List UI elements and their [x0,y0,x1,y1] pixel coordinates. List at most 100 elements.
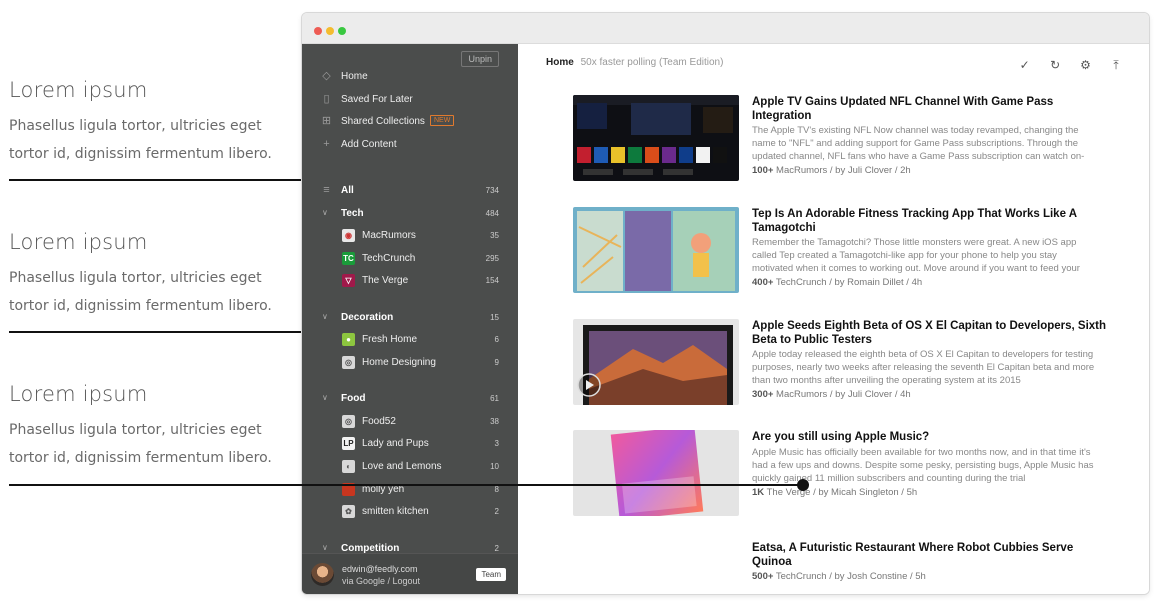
sidebar-feed-lady-and-pups[interactable]: LP Lady and Pups 3 [302,433,518,455]
article-source[interactable]: TechCrunch / by Romain Dillet / 4h [776,277,922,288]
sidebar-feed-the-verge[interactable]: ▽ The Verge 154 [302,270,518,292]
page-title-home: Home [546,57,574,68]
bookmark-icon: ▯ [323,93,330,105]
unread-count: 61 [490,394,499,403]
sidebar-category-tech[interactable]: ∨ Tech 484 [302,203,518,225]
sidebar-feed-molly-yeh[interactable]: molly yeh 8 [302,479,518,501]
sidebar-category-decoration[interactable]: ∨ Decoration 15 [302,307,518,329]
article-thumbnail [573,319,739,405]
techcrunch-favicon-icon: TC [342,252,355,265]
article-source[interactable]: MacRumors / by Juli Clover / 4h [776,389,911,400]
unread-count: 8 [494,485,499,494]
unread-count: 2 [494,507,499,516]
unread-count: 734 [485,186,499,195]
article-card[interactable]: Eatsa, A Futuristic Restaurant Where Rob… [573,541,1129,582]
article-title[interactable]: Tep Is An Adorable Fitness Tracking App … [752,207,1112,235]
annotation-desc: Phasellus ligula tortor, ultricies eget … [9,270,272,314]
macrumors-favicon-icon: ◉ [342,229,355,242]
unread-count: 15 [490,313,499,322]
sidebar-item-label: MacRumors [362,230,416,241]
engagement-count: 100+ [752,165,774,176]
sidebar-item-label: Food52 [362,416,396,427]
sidebar-item-label: All [341,185,354,196]
article-meta: 100+ MacRumors / by Juli Clover / 2h [752,165,911,176]
article-summary: The Apple TV's existing NFL Now channel … [752,125,1085,162]
verge-favicon-icon: ▽ [342,274,355,287]
minimize-window-button[interactable] [326,27,334,35]
sidebar-item-label: Lady and Pups [362,438,429,449]
unread-count: 35 [490,231,499,240]
food52-favicon-icon: ◎ [342,415,355,428]
sidebar-feed-techcrunch[interactable]: TC TechCrunch 295 [302,248,518,270]
article-title[interactable]: Apple TV Gains Updated NFL Channel With … [752,95,1112,123]
article-card[interactable]: Are you still using Apple Music? Apple M… [573,430,1129,520]
article-title[interactable]: Apple Seeds Eighth Beta of OS X El Capit… [752,319,1112,347]
sidebar-item-label: Decoration [341,312,394,323]
sidebar-item-label: smitten kitchen [362,506,429,517]
check-icon[interactable]: ✓ [1018,58,1032,72]
unread-count: 484 [485,209,499,218]
sidebar-item-label: Add Content [341,139,397,150]
unpin-button[interactable]: Unpin [461,51,499,67]
annotation-3: Lorem ipsum Phasellus ligula tortor, ult… [9,382,289,472]
collapse-icon[interactable]: ⤒ [1109,58,1123,73]
sidebar-item-home[interactable]: ◇ Home [302,66,518,88]
sidebar-item-label: Tech [341,208,364,219]
sidebar-feed-fresh-home[interactable]: ● Fresh Home 6 [302,329,518,351]
article-meta: 400+ TechCrunch / by Romain Dillet / 4h [752,277,922,288]
sidebar-feed-home-designing[interactable]: ◎ Home Designing 9 [302,352,518,374]
engagement-count: 400+ [752,277,774,288]
avatar[interactable] [311,563,334,586]
article-title[interactable]: Are you still using Apple Music? [752,430,1112,444]
annotation-desc: Phasellus ligula tortor, ultricies eget … [9,118,272,162]
annotation-2: Lorem ipsum Phasellus ligula tortor, ult… [9,230,289,320]
annotation-line-3 [9,484,804,486]
unread-count: 154 [485,276,499,285]
chevron-down-icon: ∨ [322,543,328,552]
unread-count: 38 [490,417,499,426]
sidebar-item-label: Shared Collections [341,116,425,127]
gear-icon[interactable]: ⚙ [1079,58,1093,72]
page-title: Home 50x faster polling (Team Edition) [546,57,723,68]
fresh-home-favicon-icon: ● [342,333,355,346]
sidebar-feed-macrumors[interactable]: ◉ MacRumors 35 [302,225,518,247]
sidebar-item-label: Love and Lemons [362,461,442,472]
home-icon: ◇ [322,70,331,82]
unread-count: 3 [494,439,499,448]
engagement-count: 300+ [752,389,774,400]
home-designing-favicon-icon: ◎ [342,356,355,369]
annotation-1: Lorem ipsum Phasellus ligula tortor, ult… [9,78,289,168]
sidebar-item-shared[interactable]: ⊞ Shared Collections NEW [302,111,518,133]
sidebar-item-label: Fresh Home [362,334,418,345]
maximize-window-button[interactable] [338,27,346,35]
annotation-dot-3 [797,479,809,491]
grid-icon: ⊞ [321,115,332,127]
article-card[interactable]: Tep Is An Adorable Fitness Tracking App … [573,207,1129,297]
unread-count: 6 [494,335,499,344]
article-title[interactable]: Eatsa, A Futuristic Restaurant Where Rob… [752,541,1112,569]
article-source[interactable]: TechCrunch / by Josh Constine / 5h [776,571,926,582]
sidebar-feed-food52[interactable]: ◎ Food52 38 [302,411,518,433]
sidebar-feed-smitten-kitchen[interactable]: ✿ smitten kitchen 2 [302,501,518,523]
article-source[interactable]: The Verge / by Micah Singleton / 5h [767,487,918,498]
close-window-button[interactable] [314,27,322,35]
love-and-lemons-favicon-icon: ◐ [342,460,355,473]
sidebar-item-saved[interactable]: ▯ Saved For Later [302,89,518,111]
team-button[interactable]: Team [476,568,506,581]
sidebar-category-food[interactable]: ∨ Food 61 [302,388,518,410]
sidebar-item-add-content[interactable]: + Add Content [302,134,518,156]
article-thumbnail [573,207,739,293]
annotation-desc: Phasellus ligula tortor, ultricies eget … [9,422,272,466]
sidebar-feed-love-and-lemons[interactable]: ◐ Love and Lemons 10 [302,456,518,478]
refresh-icon[interactable]: ↻ [1048,58,1062,72]
unread-count: 295 [485,254,499,263]
article-card[interactable]: Apple TV Gains Updated NFL Channel With … [573,95,1129,185]
article-card[interactable]: Apple Seeds Eighth Beta of OS X El Capit… [573,319,1129,409]
annotation-title: Lorem ipsum [9,230,148,254]
article-meta: 300+ MacRumors / by Juli Clover / 4h [752,389,911,400]
sidebar-item-all[interactable]: ≡ All 734 [302,180,518,202]
article-source[interactable]: MacRumors / by Juli Clover / 2h [776,165,911,176]
logout-link[interactable]: via Google / Logout [342,576,420,586]
sidebar-item-label: The Verge [362,275,409,286]
article-thumbnail [573,430,739,516]
